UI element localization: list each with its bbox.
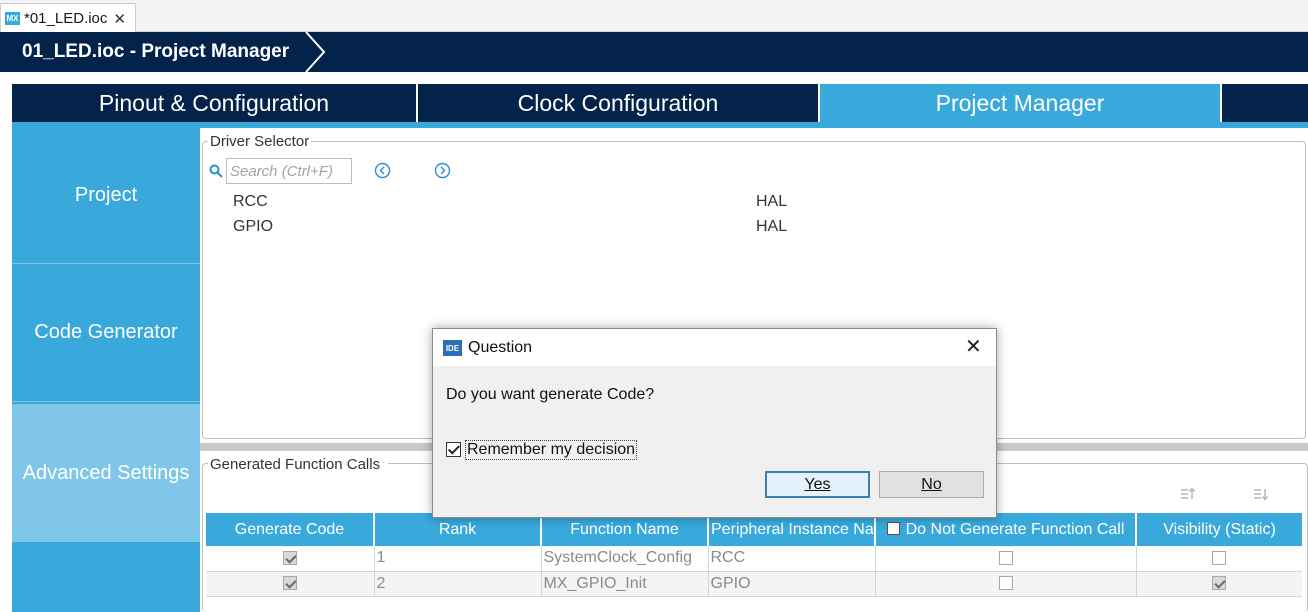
generated-calls-legend: Generated Function Calls bbox=[208, 456, 389, 473]
driver-search-input[interactable] bbox=[226, 158, 352, 184]
remember-decision-label[interactable]: Remember my decision bbox=[465, 440, 638, 460]
driver-peripheral-gpio: GPIO bbox=[233, 218, 274, 235]
tab-project-manager[interactable]: Project Manager bbox=[820, 84, 1220, 122]
dialog-title: Question bbox=[468, 339, 533, 356]
visibility-cell bbox=[1136, 546, 1302, 572]
generate-code-cell bbox=[206, 546, 375, 572]
breadcrumb-header: 01_LED.ioc - Project Manager bbox=[0, 32, 1308, 72]
editor-tab-label: *01_LED.ioc bbox=[24, 10, 108, 27]
page-title: 01_LED.ioc - Project Manager bbox=[22, 41, 290, 62]
do-not-generate-cell bbox=[875, 571, 1137, 597]
rank-cell: 2 bbox=[374, 571, 542, 597]
do-not-generate-checkbox[interactable] bbox=[998, 551, 1013, 566]
column-header-generate-code[interactable]: Generate Code bbox=[206, 513, 375, 546]
do-not-generate-checkbox[interactable] bbox=[998, 576, 1013, 591]
column-header-visibility[interactable]: Visibility (Static) bbox=[1136, 513, 1302, 546]
chevron-left-circle-icon[interactable] bbox=[374, 162, 391, 179]
sidebar-item-project[interactable]: Project bbox=[12, 128, 200, 263]
generate-code-checkbox[interactable] bbox=[282, 576, 297, 591]
visibility-cell bbox=[1136, 571, 1302, 597]
peripheral-cell: RCC bbox=[708, 546, 876, 572]
dialog-titlebar[interactable]: IDE Question ✕ bbox=[433, 329, 996, 366]
mx-file-icon: MX bbox=[5, 12, 20, 25]
sidebar-item-code-generator[interactable]: Code Generator bbox=[12, 264, 200, 401]
table-row[interactable]: 2 MX_GPIO_Init GPIO bbox=[206, 571, 1302, 597]
header-checkbox[interactable] bbox=[886, 521, 900, 535]
driver-selector-legend: Driver Selector bbox=[208, 133, 312, 150]
editor-tabstrip: MX *01_LED.ioc ✕ bbox=[0, 0, 1308, 33]
sort-up-icon[interactable] bbox=[1180, 487, 1196, 501]
table-row[interactable]: 1 SystemClock_Config RCC bbox=[206, 546, 1302, 572]
column-header-do-not-generate-label: Do Not Generate Function Call bbox=[905, 520, 1125, 538]
generate-code-cell bbox=[206, 571, 375, 597]
yes-button[interactable]: Yes bbox=[765, 471, 870, 498]
tab-divider bbox=[1220, 84, 1222, 122]
generate-code-checkbox[interactable] bbox=[282, 551, 297, 566]
no-button[interactable]: No bbox=[879, 471, 984, 498]
function-name-cell: SystemClock_Config bbox=[541, 546, 709, 572]
peripheral-cell: GPIO bbox=[708, 571, 876, 597]
tab-pinout-configuration[interactable]: Pinout & Configuration bbox=[12, 84, 416, 122]
main-tabbar: Pinout & Configuration Clock Configurati… bbox=[12, 84, 1308, 122]
chevron-right-icon bbox=[305, 32, 326, 72]
close-icon[interactable]: ✕ bbox=[113, 10, 126, 28]
do-not-generate-cell bbox=[875, 546, 1137, 572]
editor-tab-01-led[interactable]: MX *01_LED.ioc ✕ bbox=[0, 3, 136, 33]
search-icon bbox=[209, 164, 223, 178]
close-icon[interactable]: ✕ bbox=[965, 337, 982, 357]
generated-calls-table: Generate Code Rank Function Name Periphe… bbox=[206, 513, 1302, 597]
visibility-checkbox[interactable] bbox=[1212, 551, 1227, 566]
function-name-cell: MX_GPIO_Init bbox=[541, 571, 709, 597]
sort-down-icon[interactable] bbox=[1253, 487, 1269, 501]
driver-peripheral-rcc: RCC bbox=[233, 193, 268, 210]
dialog-message: Do you want generate Code? bbox=[446, 386, 655, 403]
sidebar-divider bbox=[12, 401, 200, 402]
driver-type-gpio[interactable]: HAL bbox=[756, 218, 787, 236]
sidebar: Project Code Generator Advanced Settings bbox=[12, 128, 200, 612]
tab-clock-configuration[interactable]: Clock Configuration bbox=[418, 84, 818, 122]
rank-cell: 1 bbox=[374, 546, 542, 572]
stm32cubemx-window: MX *01_LED.ioc ✕ 01_LED.ioc - Project Ma… bbox=[0, 0, 1308, 612]
visibility-checkbox[interactable] bbox=[1212, 576, 1227, 591]
sidebar-item-advanced-settings[interactable]: Advanced Settings bbox=[12, 404, 200, 542]
chevron-right-circle-icon[interactable] bbox=[434, 162, 451, 179]
question-dialog: IDE Question ✕ Do you want generate Code… bbox=[432, 328, 997, 518]
tab-underline bbox=[12, 122, 1308, 128]
remember-decision-checkbox[interactable] bbox=[446, 442, 461, 457]
ide-app-icon: IDE bbox=[443, 340, 462, 356]
driver-type-rcc[interactable]: HAL bbox=[756, 193, 787, 211]
